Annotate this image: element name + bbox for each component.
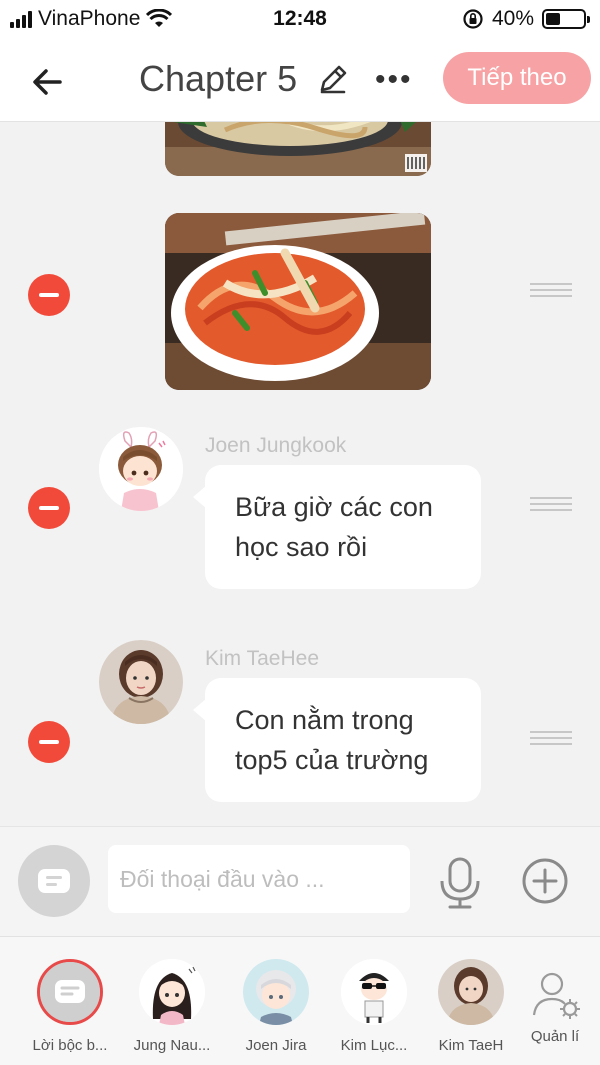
narration-icon: [40, 962, 100, 1022]
edit-pencil-icon[interactable]: [316, 62, 350, 96]
manage-characters-button[interactable]: Quản lí: [520, 969, 590, 1045]
next-chapter-button[interactable]: Tiếp theo: [443, 52, 591, 104]
speaker-name: Joen Jungkook: [205, 434, 347, 457]
more-options-button[interactable]: •••: [375, 63, 413, 97]
food-photo-1: [165, 122, 431, 176]
character-name: Joen Jira: [245, 1037, 307, 1054]
delete-button[interactable]: [28, 487, 70, 529]
header: Chapter 5 ••• Tiếp theo: [0, 38, 600, 122]
input-bar: [0, 826, 600, 936]
character-avatar: [438, 959, 504, 1025]
character-kim-luc[interactable]: Kim Lục...: [324, 959, 424, 1054]
chat-content[interactable]: Joen Jungkook Bữa giờ các con học sao rồ…: [0, 122, 600, 826]
microphone-icon[interactable]: [436, 855, 484, 911]
sunglasses-chibi-avatar: [341, 959, 407, 1025]
message-bubble[interactable]: Con nằm trong top5 của trường: [193, 678, 481, 802]
girl-chibi-avatar: [139, 959, 205, 1025]
food-image-top[interactable]: [165, 122, 431, 176]
chibi-boy-avatar: [99, 427, 183, 511]
narration-mode-button[interactable]: [18, 845, 90, 917]
food-photo-2: [165, 213, 431, 390]
character-narration[interactable]: Lời bộc b...: [20, 959, 120, 1054]
character-jung-nau[interactable]: Jung Nau...: [122, 959, 222, 1054]
character-avatar: [341, 959, 407, 1025]
battery-icon: [542, 9, 590, 29]
character-name: Jung Nau...: [133, 1037, 211, 1054]
dialogue-input[interactable]: [108, 845, 410, 913]
battery-fill: [546, 13, 561, 25]
character-bar: Lời bộc b... Jung Nau... Joen Jira Kim L…: [0, 936, 600, 1065]
drag-handle[interactable]: [530, 283, 572, 299]
character-joen-jira[interactable]: Joen Jira: [226, 959, 326, 1054]
character-avatar: [139, 959, 205, 1025]
message-bubble[interactable]: Bữa giờ các con học sao rồi: [193, 465, 481, 589]
girl-photo-avatar: [438, 959, 504, 1025]
avatar-kim-taehee[interactable]: [99, 640, 183, 724]
boy-chibi-avatar: [243, 959, 309, 1025]
character-avatar: [243, 959, 309, 1025]
delete-button[interactable]: [28, 274, 70, 316]
rotation-lock-icon: [463, 9, 483, 29]
battery-group: 40%: [462, 7, 590, 31]
character-name: Lời bộc b...: [32, 1037, 108, 1054]
speaker-name: Kim TaeHee: [205, 647, 320, 670]
avatar-joen-jungkook[interactable]: [99, 427, 183, 511]
character-name: Kim TaeH: [438, 1037, 504, 1054]
page-title: Chapter 5: [139, 58, 298, 99]
character-kim-taehee[interactable]: Kim TaeH: [424, 959, 518, 1054]
narration-avatar: [37, 959, 103, 1025]
back-arrow-icon[interactable]: [26, 60, 70, 104]
battery-percent: 40%: [491, 7, 534, 30]
chat-bubble-icon: [38, 869, 70, 893]
drag-handle[interactable]: [530, 731, 572, 747]
character-name: Kim Lục...: [340, 1037, 408, 1054]
drag-handle[interactable]: [530, 497, 572, 513]
status-bar: VinaPhone 12:48 40%: [0, 0, 600, 38]
delete-button[interactable]: [28, 721, 70, 763]
food-image[interactable]: [165, 213, 431, 390]
manage-label: Quản lí: [530, 1028, 580, 1045]
user-settings-icon: [532, 972, 580, 1019]
add-icon[interactable]: [521, 857, 569, 905]
girl-photo-avatar: [99, 640, 183, 724]
